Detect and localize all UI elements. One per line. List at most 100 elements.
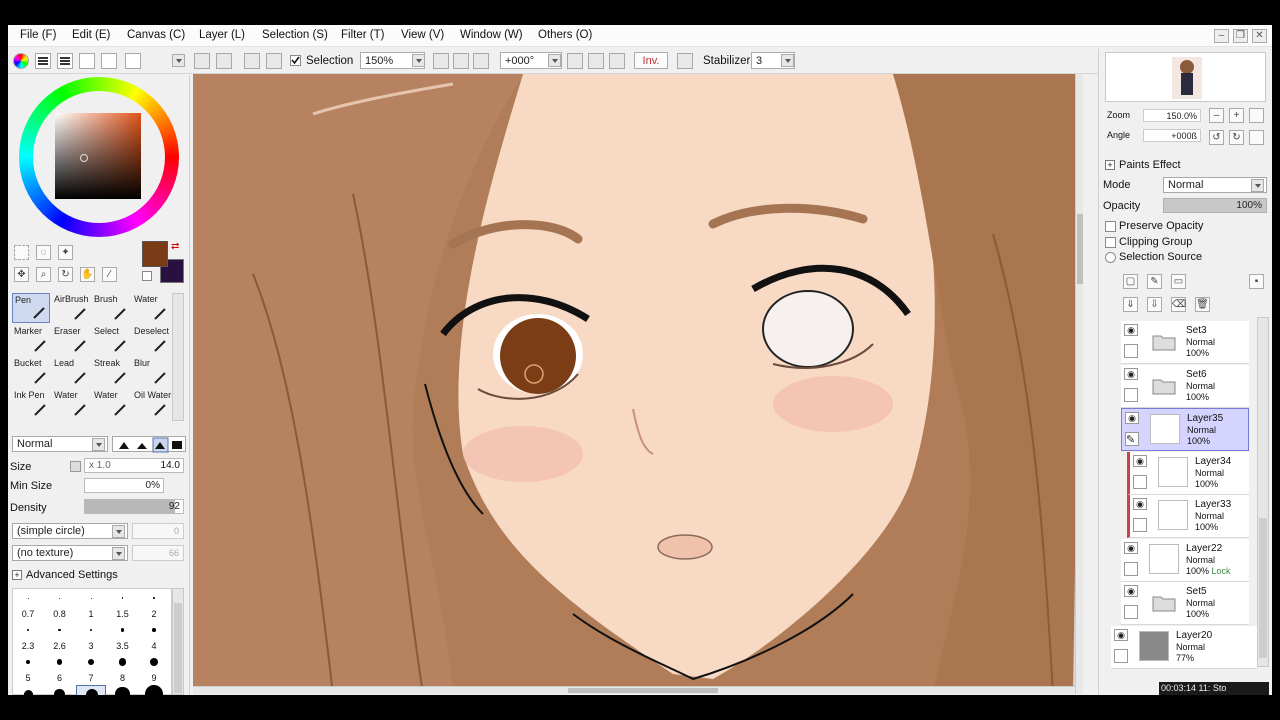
brush-shape-dropdown-icon[interactable] [112,525,125,538]
rect-select-icon[interactable] [14,245,29,260]
nav-rotate-reset-icon[interactable] [1249,130,1264,145]
eye-icon[interactable]: ◉ [1133,454,1147,467]
eye-icon[interactable]: ◉ [1124,585,1138,597]
brush-size-scrollbar[interactable] [172,588,184,695]
layer-panel-menu-icon[interactable]: ▪ [1249,274,1264,289]
layer-row[interactable]: ◉ Set6 Normal 100% [1121,364,1249,408]
menu-window[interactable]: Window (W) [460,29,523,41]
nav-zoom-slider[interactable]: 150.0% [1143,109,1201,122]
tool-bucket[interactable]: Bucket [12,357,50,387]
layer-row[interactable]: ◉ Layer33 Normal 100% [1127,495,1249,538]
brush-size-preset[interactable]: 8 [108,653,138,683]
brush-size-preset[interactable]: 1 [76,589,106,619]
zoom-icon[interactable]: ⌕ [36,267,51,282]
advanced-settings-label[interactable]: Advanced Settings [26,569,118,581]
brush-size-preset[interactable]: 9 [139,653,169,683]
rotate-icon[interactable]: ↻ [58,267,73,282]
canvas-vertical-scrollbar[interactable] [1075,74,1083,694]
tool-ink-pen[interactable]: Ink Pen [12,389,50,419]
restore-icon[interactable]: ❐ [1233,29,1248,43]
redo-icon[interactable] [216,53,232,69]
tool-grid-scrollbar[interactable] [172,293,184,421]
brush-size-preset[interactable]: 2 [139,589,169,619]
angle-dropdown-icon[interactable] [548,54,561,67]
merge-down-icon[interactable]: ⇩ [1147,297,1162,312]
invert-selection-icon[interactable] [266,53,282,69]
tool-blur[interactable]: Blur [132,357,170,387]
close-icon[interactable]: ✕ [1252,29,1267,43]
preserve-opacity-checkbox[interactable] [1105,221,1116,232]
layer-mode-dropdown-icon[interactable] [1251,179,1264,192]
rotate-reset-icon[interactable] [609,53,625,69]
tool-water[interactable]: Water [92,389,130,419]
layer-lock-toggle[interactable] [1133,474,1147,489]
layer-row[interactable]: ◉ ✎ Layer35 Normal 100% [1121,408,1249,451]
transfer-down-icon[interactable]: ⇓ [1123,297,1138,312]
density-slider[interactable]: 92 [84,499,184,514]
tool-water[interactable]: Water [132,293,170,323]
swatch-tab-icon[interactable] [101,53,117,69]
selection-source-radio[interactable] [1105,252,1116,263]
layer-lock-toggle[interactable] [1133,518,1147,532]
nav-zoom-reset-icon[interactable] [1249,108,1264,123]
new-layer-icon[interactable]: ▢ [1123,274,1138,289]
nav-zoom-in-icon[interactable]: + [1229,108,1244,123]
zoom-out-icon[interactable] [433,53,449,69]
brush-size-preset[interactable]: 4 [139,621,169,651]
layer-lock-toggle[interactable]: ✎ [1125,432,1139,446]
hsv-slider-tab-icon[interactable] [57,53,73,69]
nav-rotate-left-icon[interactable]: ↺ [1209,130,1224,145]
eye-icon[interactable]: ◉ [1114,628,1128,641]
tool-marker[interactable]: Marker [12,325,50,355]
tool-lead[interactable]: Lead [52,357,90,387]
layer-row[interactable]: ◉ Layer34 Normal 100% [1127,451,1249,495]
menu-edit[interactable]: Edit (E) [72,29,110,41]
eye-icon[interactable]: ◉ [1124,541,1138,554]
primary-color-swatch[interactable] [142,241,168,267]
brush-size-preset[interactable]: 1.5 [108,589,138,619]
layer-row[interactable]: ◉ Layer20 Normal 77% [1111,625,1257,669]
layer-row[interactable]: ◉ Layer22 Normal 100% Lock [1121,538,1249,582]
tool-brush[interactable]: Brush [92,293,130,323]
layer-lock-toggle[interactable] [1124,561,1138,576]
tool-deselect[interactable]: Deselect [132,325,170,355]
menu-filter[interactable]: Filter (T) [341,29,384,41]
layers-scrollbar[interactable] [1257,317,1269,667]
eyedropper-icon[interactable]: ⁄ [102,267,117,282]
rgb-slider-tab-icon[interactable] [35,53,51,69]
layer-opacity-slider[interactable]: 100% [1163,198,1267,213]
menu-view[interactable]: View (V) [401,29,444,41]
brush-size-preset[interactable]: 2.6 [45,621,75,651]
undo-icon[interactable] [194,53,210,69]
eye-icon[interactable]: ◉ [1124,367,1138,380]
clear-layer-icon[interactable]: ⌫ [1171,297,1186,312]
brush-size-preset[interactable]: 7 [76,653,106,683]
canvas-horizontal-scrollbar[interactable] [193,686,1075,694]
deselect-icon[interactable] [244,53,260,69]
menu-layer[interactable]: Layer (L) [199,29,245,41]
scratchpad-tab-icon[interactable] [125,53,141,69]
brush-size-preset[interactable]: 20 [139,685,169,695]
nav-zoom-out-icon[interactable]: – [1209,108,1224,123]
min-size-slider[interactable]: 0% [84,478,164,493]
brush-size-preset[interactable]: 10 [13,685,43,695]
tool-pen[interactable]: Pen [12,293,50,323]
rotate-left-icon[interactable] [567,53,583,69]
minimize-icon[interactable]: – [1214,29,1229,43]
menu-others[interactable]: Others (O) [538,29,592,41]
nav-rotate-right-icon[interactable]: ↻ [1229,130,1244,145]
brush-shape-strength[interactable]: 0 [132,523,184,539]
tool-select[interactable]: Select [92,325,130,355]
new-linework-layer-icon[interactable]: ✎ [1147,274,1162,289]
navigator-preview[interactable] [1105,52,1266,102]
brush-size-preset[interactable]: 6 [45,653,75,683]
brush-size-preset[interactable]: 3 [76,621,106,651]
eye-icon[interactable]: ◉ [1133,498,1147,510]
menu-selection[interactable]: Selection (S) [262,29,328,41]
expand-advanced-icon[interactable]: + [12,570,22,580]
drawing-canvas[interactable] [193,74,1083,694]
new-folder-icon[interactable]: ▭ [1171,274,1186,289]
layer-row[interactable]: ◉ Set3 Normal 100% [1121,321,1249,364]
brush-shape-select[interactable]: (simple circle) [12,523,128,539]
tool-oil-water[interactable]: Oil Water [132,389,171,419]
